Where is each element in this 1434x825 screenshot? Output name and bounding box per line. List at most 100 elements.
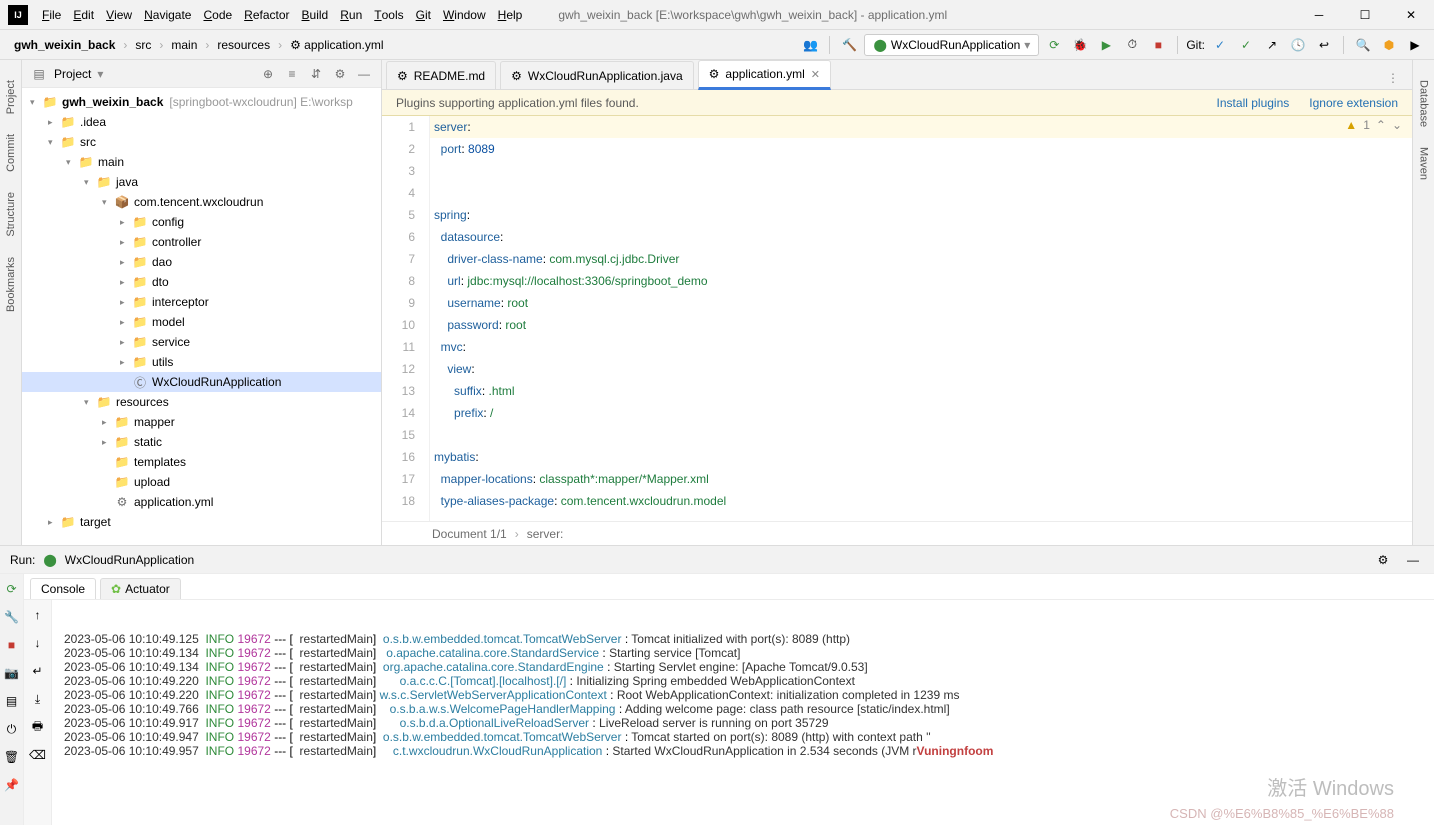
breadcrumb[interactable]: ⚙ application.yml [286, 36, 387, 54]
menu-edit[interactable]: Edit [67, 0, 100, 29]
breadcrumb[interactable]: gwh_weixin_back [10, 36, 119, 54]
run-config-selector[interactable]: ⬤ WxCloudRunApplication ▾ [864, 34, 1039, 56]
close-button[interactable]: ✕ [1388, 0, 1434, 30]
menu-git[interactable]: Git [410, 0, 437, 29]
project-view-icon[interactable]: ▤ [30, 65, 48, 83]
git-push-icon[interactable]: ↗ [1261, 34, 1283, 56]
settings-icon[interactable]: ⚙ [331, 65, 349, 83]
tree-node-service[interactable]: ▸📁service [22, 332, 381, 352]
tree-node-java[interactable]: ▾📁java [22, 172, 381, 192]
scroll-end-icon[interactable]: ⤓ [27, 688, 49, 710]
minimize-button[interactable]: ─ [1296, 0, 1342, 30]
breadcrumb[interactable]: src [131, 36, 155, 54]
tree-node-controller[interactable]: ▸📁controller [22, 232, 381, 252]
ide-settings-icon[interactable]: ⬢ [1378, 34, 1400, 56]
menu-code[interactable]: Code [197, 0, 238, 29]
menu-view[interactable]: View [100, 0, 138, 29]
run-hide-icon[interactable]: — [1402, 549, 1424, 571]
pin-action-icon[interactable]: 📌 [1, 774, 23, 796]
collapse-all-icon[interactable]: ⇵ [307, 65, 325, 83]
tree-node-com-tencent-wxcloudrun[interactable]: ▾📦com.tencent.wxcloudrun [22, 192, 381, 212]
breadcrumb[interactable]: main [167, 36, 201, 54]
toolwindow-commit[interactable]: Commit [5, 134, 17, 172]
menu-refactor[interactable]: Refactor [238, 0, 295, 29]
tree-node-interceptor[interactable]: ▸📁interceptor [22, 292, 381, 312]
toolwindow-maven[interactable]: Maven [1418, 147, 1430, 180]
breadcrumb[interactable]: resources [213, 36, 274, 54]
tree-node-upload[interactable]: 📁upload [22, 472, 381, 492]
menu-help[interactable]: Help [492, 0, 529, 29]
tree-node-resources[interactable]: ▾📁resources [22, 392, 381, 412]
tree-node-wxcloudrunapplication[interactable]: ⒸWxCloudRunApplication [22, 372, 381, 392]
expand-all-icon[interactable]: ≡ [283, 65, 301, 83]
tree-node-dao[interactable]: ▸📁dao [22, 252, 381, 272]
search-everywhere-icon[interactable]: 🔍 [1352, 34, 1374, 56]
jetbrains-icon[interactable]: ▶ [1404, 34, 1426, 56]
tabs-menu-icon[interactable]: ⋮ [1382, 67, 1404, 89]
menu-file[interactable]: File [36, 0, 67, 29]
actuator-tab[interactable]: ✿Actuator [100, 578, 181, 599]
run-settings-icon[interactable]: ⚙ [1372, 549, 1394, 571]
tree-node-utils[interactable]: ▸📁utils [22, 352, 381, 372]
toolwindow-database[interactable]: Database [1418, 80, 1430, 127]
tree-node-config[interactable]: ▸📁config [22, 212, 381, 232]
tree-node-application-yml[interactable]: ⚙application.yml [22, 492, 381, 512]
tree-node-dto[interactable]: ▸📁dto [22, 272, 381, 292]
git-commit-icon[interactable]: ✓ [1235, 34, 1257, 56]
close-tab-icon[interactable]: ✕ [811, 68, 820, 81]
rerun-icon[interactable]: ⟳ [1043, 34, 1065, 56]
layout-action-icon[interactable]: ▤ [1, 690, 23, 712]
cwm-icon[interactable]: 👥 [799, 34, 821, 56]
navigation-bar: gwh_weixin_back›src›main›resources›⚙ app… [0, 30, 1434, 60]
soft-wrap-icon[interactable]: ↵ [27, 660, 49, 682]
menu-build[interactable]: Build [296, 0, 335, 29]
git-update-icon[interactable]: ✓ [1209, 34, 1231, 56]
tools-action-icon[interactable]: 🔧 [1, 606, 23, 628]
git-rollback-icon[interactable]: ↩ [1313, 34, 1335, 56]
tree-node-gwh_weixin_back[interactable]: ▾📁gwh_weixin_back[springboot-wxcloudrun]… [22, 92, 381, 112]
exit-action-icon[interactable]: ⏻ [1, 718, 23, 740]
console-output[interactable]: 2023-05-06 10:10:49.125 INFO 19672 --- [… [52, 600, 1434, 825]
editor-tab-application-yml[interactable]: ⚙application.yml✕ [698, 60, 831, 90]
debug-icon[interactable]: 🐞 [1069, 34, 1091, 56]
coverage-icon[interactable]: ▶ [1095, 34, 1117, 56]
stop-icon[interactable]: ■ [1147, 34, 1169, 56]
maximize-button[interactable]: ☐ [1342, 0, 1388, 30]
profile-icon[interactable]: ⏱ [1121, 34, 1143, 56]
hide-icon[interactable]: — [355, 65, 373, 83]
menu-window[interactable]: Window [437, 0, 492, 29]
clear-icon[interactable]: ⌫ [27, 744, 49, 766]
code-editor[interactable]: server: port: 8089 spring: datasource: d… [430, 116, 1412, 521]
console-tab[interactable]: Console [30, 578, 96, 599]
install-plugins-link[interactable]: Install plugins [1217, 96, 1290, 110]
dump-action-icon[interactable]: 📷 [1, 662, 23, 684]
git-history-icon[interactable]: 🕓 [1287, 34, 1309, 56]
toolwindow-project[interactable]: Project [5, 80, 17, 114]
down-icon[interactable]: ↓ [27, 632, 49, 654]
tree-node-target[interactable]: ▸📁target [22, 512, 381, 532]
tree-node-model[interactable]: ▸📁model [22, 312, 381, 332]
toolwindow-structure[interactable]: Structure [5, 192, 17, 237]
stop-action-icon[interactable]: ■ [1, 634, 23, 656]
inspection-widget[interactable]: ▲ 1 ⌃⌄ [1345, 118, 1402, 132]
tree-node-src[interactable]: ▾📁src [22, 132, 381, 152]
tree-node--idea[interactable]: ▸📁.idea [22, 112, 381, 132]
tree-node-mapper[interactable]: ▸📁mapper [22, 412, 381, 432]
build-icon[interactable]: 🔨 [838, 34, 860, 56]
menu-run[interactable]: Run [334, 0, 368, 29]
tree-node-static[interactable]: ▸📁static [22, 432, 381, 452]
project-tool-window: ▤ Project ▾ ⊕ ≡ ⇵ ⚙ — ▾📁gwh_weixin_back[… [22, 60, 382, 545]
rerun-action-icon[interactable]: ⟳ [1, 578, 23, 600]
ignore-extension-link[interactable]: Ignore extension [1309, 96, 1398, 110]
tree-node-main[interactable]: ▾📁main [22, 152, 381, 172]
tree-node-templates[interactable]: 📁templates [22, 452, 381, 472]
editor-tab-readme-md[interactable]: ⚙README.md [386, 61, 496, 89]
menu-navigate[interactable]: Navigate [138, 0, 197, 29]
up-icon[interactable]: ↑ [27, 604, 49, 626]
editor-tab-wxcloudrunapplication-java[interactable]: ⚙WxCloudRunApplication.java [500, 61, 694, 89]
print-icon[interactable]: 🖶 [27, 716, 49, 738]
select-opened-file-icon[interactable]: ⊕ [259, 65, 277, 83]
delete-action-icon[interactable]: 🗑 [1, 746, 23, 768]
toolwindow-bookmarks[interactable]: Bookmarks [5, 257, 17, 312]
menu-tools[interactable]: Tools [368, 0, 409, 29]
